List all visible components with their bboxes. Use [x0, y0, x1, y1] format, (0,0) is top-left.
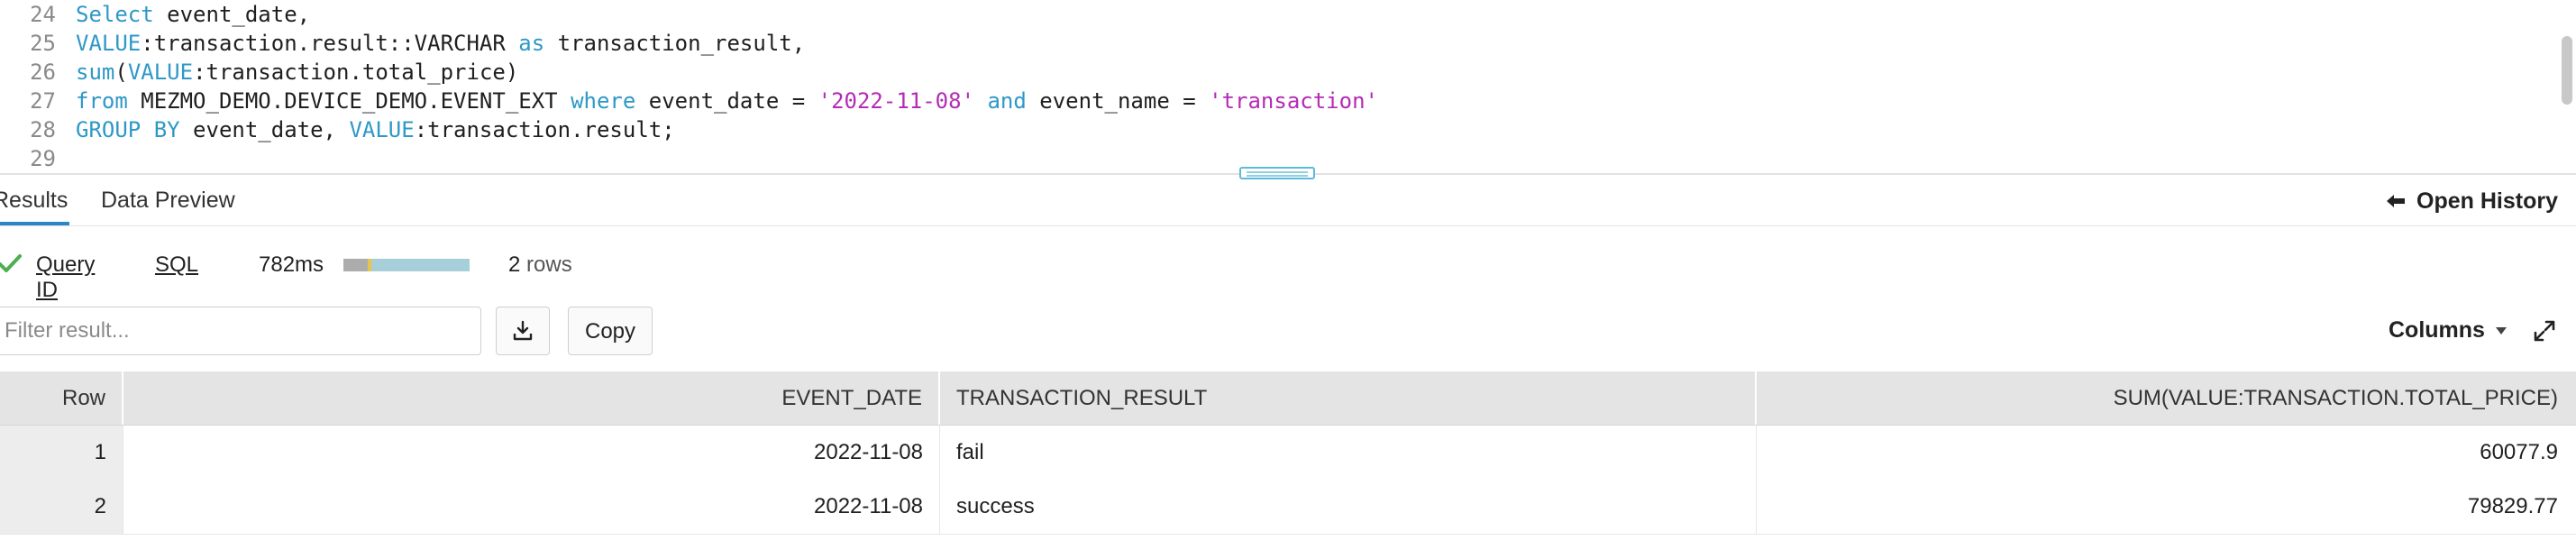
line-number: 29 [30, 146, 56, 171]
check-icon [0, 254, 22, 272]
sql-token: event_date, [179, 117, 350, 142]
filter-result-input[interactable] [0, 307, 481, 355]
header-transaction-result[interactable]: TRANSACTION_RESULT [940, 371, 1757, 425]
sql-token: event_name = [1026, 88, 1210, 114]
line-number: 24 [30, 2, 56, 27]
back-arrow-icon [2387, 195, 2406, 207]
sql-keyword: VALUE [76, 31, 142, 56]
row-count: 2 rows [508, 252, 572, 278]
code-text: from MEZMO_DEMO.DEVICE_DEMO.EVENT_EXT wh… [76, 87, 1378, 115]
cell-event-date: 2022-11-08 [123, 480, 940, 534]
sql-keyword: from [76, 88, 128, 114]
query-timing-bar [343, 259, 470, 271]
sql-token: :transaction.result; [414, 117, 675, 142]
sql-token: :transaction.result::VARCHAR [141, 31, 519, 56]
query-duration: 782ms [259, 252, 324, 277]
table-row[interactable]: 1 2022-11-08 fail 60077.9 [0, 426, 2576, 481]
sql-token: :transaction.total_price) [193, 60, 519, 85]
sql-token: event_date = [635, 88, 818, 114]
code-text: VALUE:transaction.result::VARCHAR as tra… [76, 29, 805, 58]
results-tabs: Results Data Preview Open History [0, 175, 2576, 226]
line-number: 25 [30, 31, 56, 56]
sql-string: '2022-11-08' [818, 88, 975, 114]
copy-button[interactable]: Copy [568, 307, 653, 355]
line-number: 28 [30, 117, 56, 142]
line-number: 26 [30, 60, 56, 85]
cell-event-date: 2022-11-08 [123, 426, 940, 480]
query-id-link[interactable]: Query ID [36, 252, 95, 303]
sql-keyword: and [987, 88, 1027, 114]
sql-token: ( [114, 60, 128, 85]
timing-segment-queue [368, 259, 371, 271]
open-history-label: Open History [2416, 188, 2558, 214]
sql-keyword: where [571, 88, 636, 114]
columns-dropdown[interactable]: Columns [2389, 317, 2507, 344]
line-number: 27 [30, 88, 56, 114]
download-button[interactable] [496, 307, 550, 355]
tab-results[interactable]: Results [0, 175, 70, 225]
row-count-suffix: rows [520, 252, 572, 277]
code-text: Select event_date, [76, 0, 310, 29]
tab-data-preview[interactable]: Data Preview [101, 175, 235, 225]
expand-icon[interactable] [2533, 319, 2556, 343]
sql-keyword: VALUE [127, 60, 194, 85]
header-event-date[interactable]: EVENT_DATE [123, 371, 940, 425]
sql-string: 'transaction' [1209, 88, 1378, 114]
sql-token: MEZMO_DEMO.DEVICE_DEMO.EVENT_EXT [127, 88, 571, 114]
sql-link[interactable]: SQL [155, 252, 198, 278]
open-history-button[interactable]: Open History [2386, 188, 2558, 215]
timing-segment-compile [343, 259, 368, 271]
download-icon [513, 320, 533, 341]
sql-keyword: Select [76, 2, 154, 27]
sql-keyword: GROUP BY [76, 117, 180, 142]
cell-row-number: 1 [0, 426, 123, 480]
cell-sum-total-price: 79829.77 [2467, 494, 2558, 518]
table-header: Row EVENT_DATE TRANSACTION_RESULT SUM(VA… [0, 371, 2576, 426]
cell-transaction-result: fail [940, 426, 1757, 480]
sql-token: transaction_result, [544, 31, 806, 56]
cell-row-number: 2 [0, 480, 123, 534]
table-row[interactable]: 2 2022-11-08 success 79829.77 [0, 480, 2576, 535]
code-text: sum(VALUE:transaction.total_price) [76, 58, 518, 87]
cell-sum-total-price: 60077.9 [2480, 440, 2558, 464]
columns-label: Columns [2389, 317, 2485, 343]
cell-transaction-result: success [940, 480, 1757, 534]
caret-down-icon [2495, 326, 2507, 335]
sql-editor[interactable]: 24 Select event_date, 25 VALUE:transaction.… [0, 0, 2576, 173]
row-count-value: 2 [508, 252, 521, 277]
code-text: GROUP BY event_date, VALUE:transaction.r… [76, 115, 675, 144]
header-sum-total-price[interactable]: SUM(VALUE:TRANSACTION.TOTAL_PRICE) [1757, 371, 2576, 425]
sql-keyword: sum [76, 60, 115, 85]
header-row[interactable]: Row [0, 371, 123, 425]
sql-keyword: as [518, 31, 545, 56]
sql-token: event_date, [153, 2, 311, 27]
editor-scrollbar[interactable] [2562, 36, 2572, 105]
sql-keyword: VALUE [349, 117, 415, 142]
